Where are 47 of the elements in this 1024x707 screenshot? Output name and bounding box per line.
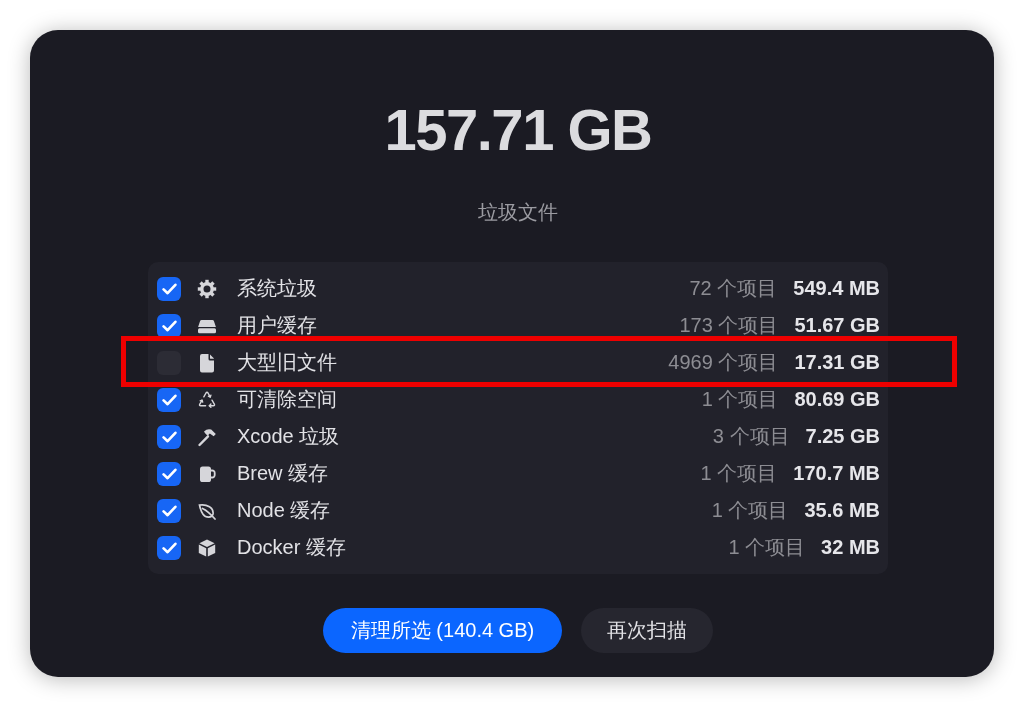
checkmark-icon: [161, 467, 177, 480]
checkbox[interactable]: [157, 461, 181, 486]
item-count: 72 个项目: [689, 276, 778, 301]
category-label: 大型旧文件: [237, 350, 337, 375]
checkmark-icon: [161, 504, 177, 517]
item-count: 4969 个项目: [668, 350, 779, 375]
checkbox[interactable]: [157, 276, 181, 301]
size-value: 35.6 MB: [804, 499, 880, 522]
size-value: 549.4 MB: [793, 277, 880, 300]
size-value: 17.31 GB: [794, 351, 880, 374]
gear-icon: [197, 278, 217, 299]
summary-caption: 垃圾文件: [478, 200, 558, 225]
total-size: 157.71 GB: [384, 98, 652, 162]
category-label: 系统垃圾: [237, 276, 317, 301]
recycle-icon: [197, 389, 217, 410]
item-count: 1 个项目: [701, 387, 779, 412]
item-count: 173 个项目: [679, 313, 779, 338]
checkmark-icon: [161, 541, 177, 554]
size-value: 51.67 GB: [794, 314, 880, 337]
category-label: Node 缓存: [237, 498, 331, 523]
checkmark-icon: [161, 430, 177, 443]
item-count: 1 个项目: [711, 498, 789, 523]
checkbox[interactable]: [157, 387, 181, 412]
category-label: Brew 缓存: [237, 461, 329, 486]
size-value: 32 MB: [821, 536, 880, 559]
size-value: 7.25 GB: [805, 425, 880, 448]
checkmark-icon: [161, 319, 177, 332]
checkbox[interactable]: [157, 498, 181, 523]
checkbox[interactable]: [157, 313, 181, 338]
document-icon: [197, 352, 217, 373]
size-value: 80.69 GB: [794, 388, 880, 411]
hammer-icon: [197, 426, 217, 447]
checkmark-icon: [161, 393, 177, 406]
item-count: 1 个项目: [728, 535, 806, 560]
cube-icon: [197, 537, 217, 558]
category-label: 可清除空间: [237, 387, 337, 412]
category-label: Xcode 垃圾: [237, 424, 340, 449]
category-label: 用户缓存: [237, 313, 317, 338]
size-value: 170.7 MB: [793, 462, 880, 485]
rescan-button[interactable]: 再次扫描: [581, 608, 714, 653]
item-count: 1 个项目: [700, 461, 778, 486]
category-label: Docker 缓存: [237, 535, 346, 560]
clean-selected-button[interactable]: 清理所选 (140.4 GB): [322, 608, 563, 653]
checkbox[interactable]: [157, 424, 181, 449]
checkbox[interactable]: [157, 535, 181, 560]
item-count: 3 个项目: [712, 424, 790, 449]
checkmark-icon: [161, 282, 177, 295]
